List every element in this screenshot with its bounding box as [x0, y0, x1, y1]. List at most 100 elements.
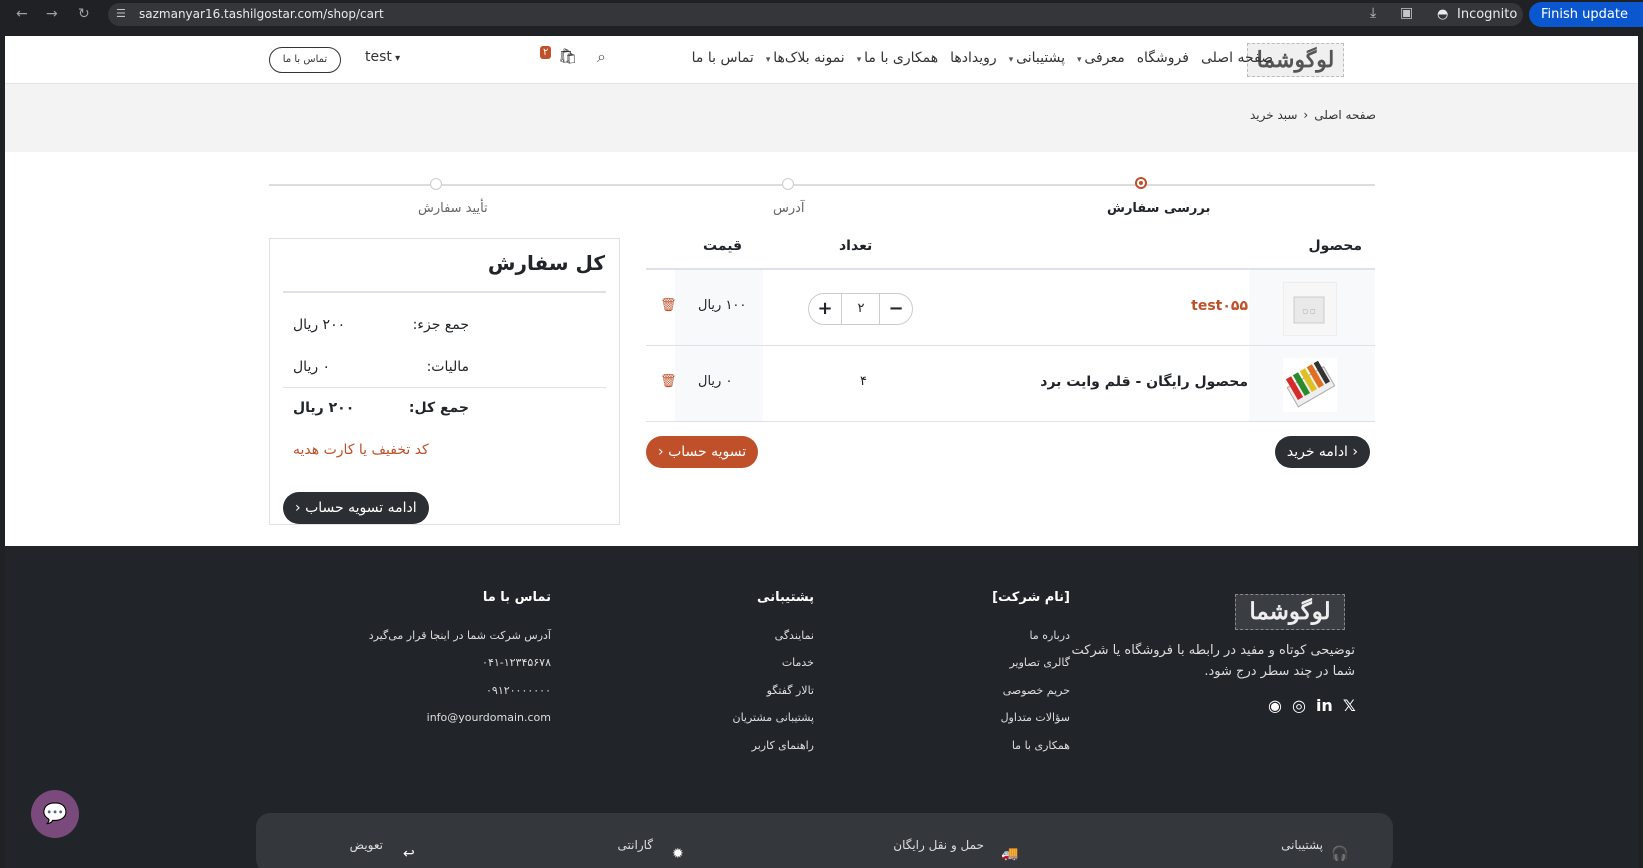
- badge-icon: ✹: [672, 846, 684, 862]
- nav-contact[interactable]: تماس با ما: [692, 50, 754, 66]
- footer-link-cooperation[interactable]: همکاری با ما: [1012, 739, 1070, 752]
- footer-link-agency[interactable]: نمایندگی: [775, 629, 814, 642]
- nav-cooperation[interactable]: همکاری با ما: [857, 50, 938, 66]
- footer-logo[interactable]: لوگوشما: [1235, 594, 1345, 630]
- step-review-dot: [1135, 177, 1147, 189]
- continue-shopping-button[interactable]: ‹ ادامه خرید: [1274, 436, 1370, 468]
- contact-email[interactable]: info@yourdomain.com: [427, 711, 551, 724]
- plus-button[interactable]: +: [809, 294, 842, 324]
- search-icon[interactable]: ⌕: [597, 47, 606, 67]
- url-text[interactable]: sazmanyar16.tashilgostar.com/shop/cart: [139, 7, 384, 21]
- cart-row: ▢ ▢ test۰۵۵ − ۲ + ۱۰۰ ریال 🗑: [646, 270, 1375, 346]
- subtotal-value: ۲۰۰ ریال: [293, 317, 346, 333]
- footer-link-user-guide[interactable]: راهنمای کاربر: [752, 739, 814, 752]
- step-address-label: آدرس: [773, 201, 805, 216]
- feature-support-label: پشتیبانی: [1281, 838, 1323, 852]
- contact-heading: تماس با ما: [482, 590, 551, 605]
- footer-link-faq[interactable]: سؤالات متداول: [1001, 711, 1070, 724]
- trash-icon[interactable]: 🗑: [660, 298, 677, 313]
- proceed-checkout-button[interactable]: ادامه تسویه حساب ‹: [283, 492, 429, 524]
- promo-code-link[interactable]: کد تخفیف یا کارت هدیه: [293, 442, 429, 458]
- breadcrumb: صفحه اصلی ‹ سبد خرید: [1250, 108, 1376, 122]
- cart-row: محصول رایگان - قلم وایت برد ۴ ۰ ریال 🗑: [646, 346, 1375, 422]
- continue-shopping-label: ادامه خرید: [1286, 444, 1348, 460]
- footer-link-services[interactable]: خدمات: [782, 656, 814, 669]
- features-bar: [256, 813, 1393, 868]
- x-icon[interactable]: 𝕏: [1343, 696, 1356, 715]
- user-menu[interactable]: test: [365, 49, 400, 65]
- footer-link-forum[interactable]: تالار گفتگو: [767, 684, 814, 697]
- total-label: جمع کل:: [408, 400, 469, 416]
- contact-mobile: ۰۹۱۲۰۰۰۰۰۰۰: [486, 684, 551, 697]
- nav-about[interactable]: معرفی: [1077, 50, 1124, 66]
- trash-icon[interactable]: 🗑: [660, 374, 677, 389]
- return-arrow-icon: ↩: [403, 846, 415, 862]
- nav-support[interactable]: پشتیبانی: [1009, 50, 1065, 66]
- product-price: ۰ ریال: [698, 374, 733, 389]
- scrollbar[interactable]: [1638, 36, 1643, 868]
- linkedin-icon[interactable]: in: [1316, 696, 1333, 715]
- footer-link-privacy[interactable]: حریم خصوصی: [1003, 684, 1070, 697]
- incognito-label: Incognito: [1457, 7, 1518, 22]
- footer-description: توضیحی کوتاه و مفید در رابطه با فروشگاه …: [1071, 643, 1355, 679]
- truck-icon: 🚚: [1001, 846, 1019, 862]
- footer-logo-text: لوگوشما: [1249, 598, 1331, 625]
- nav-home[interactable]: صفحه اصلی: [1201, 50, 1273, 66]
- breadcrumb-band: صفحه اصلی ‹ سبد خرید: [5, 83, 1638, 152]
- chevron-left-icon: ‹: [1303, 108, 1309, 122]
- tax-label: مالیات:: [426, 359, 469, 375]
- quantity-value[interactable]: ۲: [842, 294, 880, 324]
- contact-address: آدرس شرکت شما در اینجا قرار می‌گیرد: [368, 629, 551, 642]
- reload-icon[interactable]: ↻: [78, 5, 90, 23]
- step-confirm-label: تأیید سفارش: [418, 201, 488, 216]
- breadcrumb-home[interactable]: صفحه اصلی: [1314, 108, 1376, 122]
- feature-warranty-label: گارانتی: [617, 838, 653, 852]
- product-thumbnail[interactable]: ▢ ▢: [1283, 282, 1337, 336]
- order-summary: کل سفارش جمع جزء: ۲۰۰ ریال مالیات: ۰ ریا…: [269, 238, 620, 525]
- col-product: محصول: [1308, 238, 1362, 254]
- minus-button[interactable]: −: [879, 294, 912, 324]
- checkout-button[interactable]: تسویه حساب ‹: [646, 436, 759, 468]
- support-heading: پشتیبانی: [757, 590, 814, 605]
- contact-us-button[interactable]: تماس با ما: [269, 47, 341, 73]
- product-price: ۱۰۰ ریال: [698, 298, 747, 313]
- quantity-value: ۴: [860, 374, 867, 389]
- footer-link-customer-support[interactable]: پشتیبانی مشتریان: [733, 711, 815, 724]
- nav-block-samples[interactable]: نمونه بلاک‌ها: [766, 50, 845, 66]
- company-heading: [نام شرکت]: [992, 590, 1070, 605]
- nav-events[interactable]: رویدادها: [950, 50, 997, 66]
- breadcrumb-current: سبد خرید: [1249, 108, 1298, 122]
- main-nav: صفحه اصلی فروشگاه معرفی پشتیبانی رویداده…: [692, 50, 1273, 66]
- side-panel-icon[interactable]: ▣: [1400, 5, 1413, 21]
- chat-button[interactable]: 💬: [31, 790, 79, 838]
- forward-icon[interactable]: →: [46, 5, 58, 23]
- back-icon[interactable]: ←: [16, 5, 28, 23]
- chevron-left-icon: ‹: [1347, 444, 1358, 460]
- summary-divider: [283, 291, 606, 293]
- chevron-left-icon: ‹: [658, 444, 669, 460]
- cart-icon[interactable]: 🛍: [558, 47, 577, 65]
- social-links: ◉ ◎ in 𝕏: [1268, 696, 1356, 715]
- chat-bubble-icon: 💬: [42, 801, 68, 825]
- instagram-icon[interactable]: ◎: [1292, 696, 1306, 715]
- col-quantity: تعداد: [839, 238, 873, 254]
- proceed-checkout-label: ادامه تسویه حساب: [305, 500, 417, 516]
- product-name[interactable]: test۰۵۵: [1191, 298, 1248, 314]
- product-thumbnail[interactable]: [1283, 358, 1337, 412]
- footer-link-gallery[interactable]: گالری تصاویر: [1009, 656, 1070, 669]
- footer-link-about[interactable]: درباره ما: [1030, 629, 1070, 642]
- nav-shop[interactable]: فروشگاه: [1137, 50, 1189, 66]
- address-bar[interactable]: ☰ sazmanyar16.tashilgostar.com/shop/cart…: [108, 3, 1506, 26]
- product-name[interactable]: محصول رایگان - قلم وایت برد: [1040, 374, 1248, 390]
- feature-shipping-label: حمل و نقل رایگان: [893, 838, 984, 852]
- finish-update-button[interactable]: Finish update: [1529, 2, 1643, 27]
- github-icon[interactable]: ◉: [1268, 696, 1282, 715]
- download-icon[interactable]: ⤓: [1370, 5, 1376, 21]
- chevron-left-icon: ‹: [295, 500, 306, 516]
- site-info-icon[interactable]: ☰: [116, 7, 126, 20]
- total-value: ۲۰۰ ریال: [293, 400, 355, 416]
- headset-icon: 🎧: [1331, 846, 1349, 862]
- incognito-indicator[interactable]: ◓ Incognito: [1427, 3, 1523, 26]
- web-page: لوگوشما صفحه اصلی فروشگاه معرفی پشتیبانی…: [5, 36, 1638, 868]
- checkout-label: تسویه حساب: [668, 444, 747, 460]
